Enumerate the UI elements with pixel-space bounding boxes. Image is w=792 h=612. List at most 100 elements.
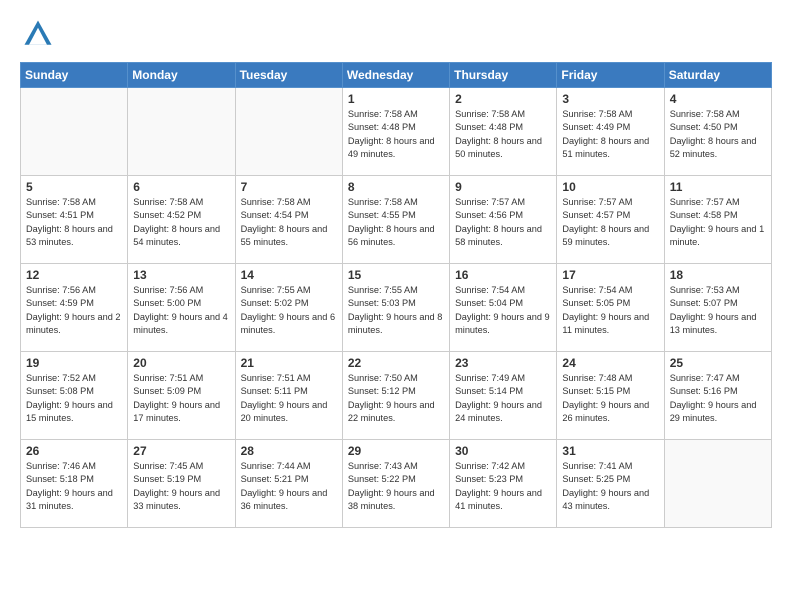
day-info: Sunrise: 7:46 AM Sunset: 5:18 PM Dayligh… xyxy=(26,460,122,513)
week-row-1: 1 Sunrise: 7:58 AM Sunset: 4:48 PM Daylig… xyxy=(21,88,772,176)
day-number: 3 xyxy=(562,92,658,106)
logo xyxy=(20,16,60,52)
week-row-4: 19Sunrise: 7:52 AM Sunset: 5:08 PM Dayli… xyxy=(21,352,772,440)
day-info: Sunrise: 7:53 AM Sunset: 5:07 PM Dayligh… xyxy=(670,284,766,337)
calendar-cell: 20 Sunrise: 7:51 AM Sunset: 5:09 PM Dayli… xyxy=(128,352,235,440)
day-info: Sunrise: 7:48 AM Sunset: 5:15 PM Dayligh… xyxy=(562,372,658,425)
day-number: 30 xyxy=(455,444,551,458)
day-info: Sunrise: 7:58 AM Sunset: 4:48 PM Dayligh… xyxy=(455,108,551,161)
day-number: 15 xyxy=(348,268,444,282)
day-info: Sunrise: 7:58 AM Sunset: 4:50 PM Dayligh… xyxy=(670,108,766,161)
page: SundayMondayTuesdayWednesdayThursdayFrid… xyxy=(0,0,792,544)
calendar-cell: 12 Sunrise: 7:56 AM Sunset: 4:59 PM Dayli… xyxy=(21,264,128,352)
day-info: Sunrise: 7:41 AM Sunset: 5:25 PM Dayligh… xyxy=(562,460,658,513)
day-info: Sunrise: 7:51 AM Sunset: 5:09 PM Dayligh… xyxy=(133,372,229,425)
day-number: 24 xyxy=(562,356,658,370)
weekday-header-tuesday: Tuesday xyxy=(235,63,342,88)
day-info: Sunrise: 7:54 AM Sunset: 5:04 PM Dayligh… xyxy=(455,284,551,337)
day-info: Sunrise: 7:51 AM Sunset: 5:11 PM Dayligh… xyxy=(241,372,337,425)
day-info: Sunrise: 7:58 AM Sunset: 4:52 PM Dayligh… xyxy=(133,196,229,249)
day-number: 1 xyxy=(348,92,444,106)
calendar-cell: 26 Sunrise: 7:46 AM Sunset: 5:18 PM Dayli… xyxy=(21,440,128,528)
day-number: 25 xyxy=(670,356,766,370)
day-info: Sunrise: 7:57 AM Sunset: 4:57 PM Dayligh… xyxy=(562,196,658,249)
calendar-cell xyxy=(21,88,128,176)
calendar-cell: 17Sunrise: 7:54 AM Sunset: 5:05 PM Dayli… xyxy=(557,264,664,352)
day-number: 27 xyxy=(133,444,229,458)
day-number: 23 xyxy=(455,356,551,370)
day-info: Sunrise: 7:58 AM Sunset: 4:48 PM Dayligh… xyxy=(348,108,444,161)
calendar-cell: 14 Sunrise: 7:55 AM Sunset: 5:02 PM Dayli… xyxy=(235,264,342,352)
day-number: 5 xyxy=(26,180,122,194)
day-info: Sunrise: 7:58 AM Sunset: 4:55 PM Dayligh… xyxy=(348,196,444,249)
logo-icon xyxy=(20,16,56,52)
calendar-cell xyxy=(235,88,342,176)
calendar-cell: 22 Sunrise: 7:50 AM Sunset: 5:12 PM Dayli… xyxy=(342,352,449,440)
day-info: Sunrise: 7:55 AM Sunset: 5:03 PM Dayligh… xyxy=(348,284,444,337)
day-info: Sunrise: 7:58 AM Sunset: 4:51 PM Dayligh… xyxy=(26,196,122,249)
day-number: 8 xyxy=(348,180,444,194)
day-info: Sunrise: 7:56 AM Sunset: 5:00 PM Dayligh… xyxy=(133,284,229,337)
day-info: Sunrise: 7:44 AM Sunset: 5:21 PM Dayligh… xyxy=(241,460,337,513)
calendar-cell: 18 Sunrise: 7:53 AM Sunset: 5:07 PM Dayli… xyxy=(664,264,771,352)
calendar-cell: 16Sunrise: 7:54 AM Sunset: 5:04 PM Dayli… xyxy=(450,264,557,352)
day-number: 19 xyxy=(26,356,122,370)
week-row-2: 5 Sunrise: 7:58 AM Sunset: 4:51 PM Daylig… xyxy=(21,176,772,264)
day-number: 6 xyxy=(133,180,229,194)
weekday-header-saturday: Saturday xyxy=(664,63,771,88)
weekday-header-sunday: Sunday xyxy=(21,63,128,88)
day-number: 10 xyxy=(562,180,658,194)
calendar-cell: 5 Sunrise: 7:58 AM Sunset: 4:51 PM Daylig… xyxy=(21,176,128,264)
calendar-cell: 13 Sunrise: 7:56 AM Sunset: 5:00 PM Dayli… xyxy=(128,264,235,352)
day-info: Sunrise: 7:58 AM Sunset: 4:49 PM Dayligh… xyxy=(562,108,658,161)
day-number: 18 xyxy=(670,268,766,282)
calendar-cell: 8 Sunrise: 7:58 AM Sunset: 4:55 PM Daylig… xyxy=(342,176,449,264)
calendar-cell: 24 Sunrise: 7:48 AM Sunset: 5:15 PM Dayli… xyxy=(557,352,664,440)
calendar-cell: 28Sunrise: 7:44 AM Sunset: 5:21 PM Dayli… xyxy=(235,440,342,528)
calendar-cell: 30Sunrise: 7:42 AM Sunset: 5:23 PM Dayli… xyxy=(450,440,557,528)
calendar-cell: 15 Sunrise: 7:55 AM Sunset: 5:03 PM Dayli… xyxy=(342,264,449,352)
calendar-cell: 29 Sunrise: 7:43 AM Sunset: 5:22 PM Dayli… xyxy=(342,440,449,528)
calendar-cell: 6 Sunrise: 7:58 AM Sunset: 4:52 PM Daylig… xyxy=(128,176,235,264)
day-number: 26 xyxy=(26,444,122,458)
calendar-cell: 11Sunrise: 7:57 AM Sunset: 4:58 PM Dayli… xyxy=(664,176,771,264)
weekday-header-thursday: Thursday xyxy=(450,63,557,88)
day-info: Sunrise: 7:50 AM Sunset: 5:12 PM Dayligh… xyxy=(348,372,444,425)
calendar-cell: 25 Sunrise: 7:47 AM Sunset: 5:16 PM Dayli… xyxy=(664,352,771,440)
calendar-cell: 27 Sunrise: 7:45 AM Sunset: 5:19 PM Dayli… xyxy=(128,440,235,528)
day-number: 31 xyxy=(562,444,658,458)
day-number: 4 xyxy=(670,92,766,106)
day-number: 11 xyxy=(670,180,766,194)
day-number: 20 xyxy=(133,356,229,370)
day-info: Sunrise: 7:45 AM Sunset: 5:19 PM Dayligh… xyxy=(133,460,229,513)
calendar-cell: 4 Sunrise: 7:58 AM Sunset: 4:50 PM Daylig… xyxy=(664,88,771,176)
day-info: Sunrise: 7:55 AM Sunset: 5:02 PM Dayligh… xyxy=(241,284,337,337)
calendar-cell: 1 Sunrise: 7:58 AM Sunset: 4:48 PM Daylig… xyxy=(342,88,449,176)
day-number: 9 xyxy=(455,180,551,194)
weekday-header-wednesday: Wednesday xyxy=(342,63,449,88)
calendar-cell xyxy=(664,440,771,528)
day-number: 13 xyxy=(133,268,229,282)
day-info: Sunrise: 7:47 AM Sunset: 5:16 PM Dayligh… xyxy=(670,372,766,425)
calendar-cell: 19Sunrise: 7:52 AM Sunset: 5:08 PM Dayli… xyxy=(21,352,128,440)
day-number: 29 xyxy=(348,444,444,458)
day-number: 21 xyxy=(241,356,337,370)
calendar: SundayMondayTuesdayWednesdayThursdayFrid… xyxy=(20,62,772,528)
calendar-cell: 3 Sunrise: 7:58 AM Sunset: 4:49 PM Daylig… xyxy=(557,88,664,176)
calendar-cell: 10 Sunrise: 7:57 AM Sunset: 4:57 PM Dayli… xyxy=(557,176,664,264)
day-info: Sunrise: 7:58 AM Sunset: 4:54 PM Dayligh… xyxy=(241,196,337,249)
weekday-header-monday: Monday xyxy=(128,63,235,88)
weekday-header-friday: Friday xyxy=(557,63,664,88)
week-row-5: 26 Sunrise: 7:46 AM Sunset: 5:18 PM Dayli… xyxy=(21,440,772,528)
calendar-cell: 23Sunrise: 7:49 AM Sunset: 5:14 PM Dayli… xyxy=(450,352,557,440)
day-number: 22 xyxy=(348,356,444,370)
day-number: 7 xyxy=(241,180,337,194)
day-info: Sunrise: 7:57 AM Sunset: 4:56 PM Dayligh… xyxy=(455,196,551,249)
day-info: Sunrise: 7:56 AM Sunset: 4:59 PM Dayligh… xyxy=(26,284,122,337)
weekday-header-row: SundayMondayTuesdayWednesdayThursdayFrid… xyxy=(21,63,772,88)
calendar-cell: 31 Sunrise: 7:41 AM Sunset: 5:25 PM Dayli… xyxy=(557,440,664,528)
day-info: Sunrise: 7:43 AM Sunset: 5:22 PM Dayligh… xyxy=(348,460,444,513)
day-number: 12 xyxy=(26,268,122,282)
day-number: 14 xyxy=(241,268,337,282)
day-number: 17 xyxy=(562,268,658,282)
